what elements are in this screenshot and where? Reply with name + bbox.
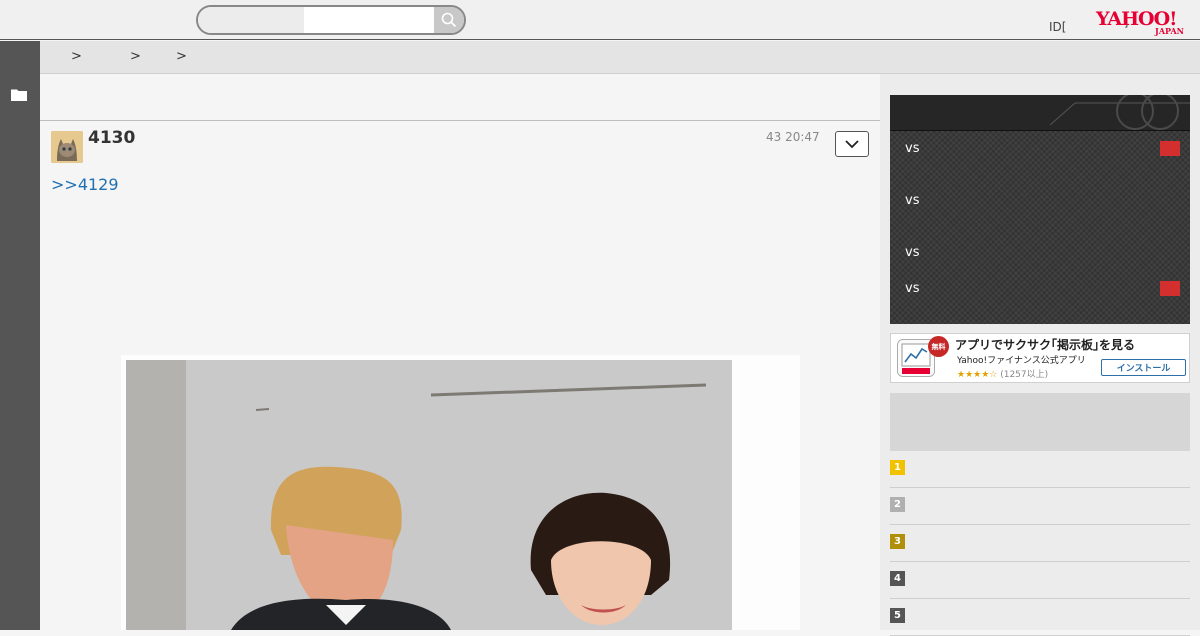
- reply-anchor-link[interactable]: >>4129: [51, 175, 119, 194]
- search-button[interactable]: [434, 7, 464, 33]
- ad-placeholder: [890, 393, 1190, 451]
- free-badge: 無料: [928, 336, 949, 357]
- post-timestamp: 43 20:47: [766, 130, 820, 144]
- app-banner-title: アプリでサクサク｢掲示板｣を見る: [955, 338, 1136, 352]
- rank-number: 1: [890, 460, 905, 475]
- folder-icon[interactable]: [11, 88, 27, 101]
- scoreboard-vs: vs: [905, 193, 920, 208]
- rank-number: 4: [890, 571, 905, 586]
- avatar[interactable]: [51, 131, 83, 163]
- breadcrumb: > > >: [40, 41, 1200, 74]
- scoreboard-vs: vs: [905, 141, 920, 156]
- post-photo: [121, 355, 800, 630]
- app-rating: ★★★★☆ (1257以上): [957, 367, 1048, 380]
- top-bar: ID[ ] YAHOO! JAPAN: [0, 0, 1200, 40]
- app-banner-subtitle: Yahoo!ファイナンス公式アプリ: [957, 356, 1086, 366]
- baseball-scoreboard[interactable]: vs vs vs vs: [890, 92, 1190, 324]
- post-number: 4130: [88, 128, 136, 148]
- scoreboard-vs: vs: [905, 245, 920, 260]
- chevron-down-icon: [845, 139, 859, 148]
- search-input[interactable]: [304, 7, 434, 33]
- score-badge: [1160, 141, 1180, 156]
- score-badge: [1160, 281, 1180, 296]
- rank-number: 2: [890, 497, 905, 512]
- breadcrumb-separator: >: [130, 49, 141, 64]
- search-box: [196, 5, 466, 35]
- scoreboard-header: [890, 92, 1190, 131]
- ranking-item[interactable]: 3: [890, 525, 1190, 562]
- breadcrumb-separator: >: [71, 49, 82, 64]
- breadcrumb-separator: >: [176, 49, 187, 64]
- login-id-label[interactable]: ID[: [1049, 20, 1066, 34]
- yahoo-japan-logo[interactable]: YAHOO! JAPAN: [1096, 9, 1188, 37]
- search-category[interactable]: [198, 7, 304, 33]
- post-menu-button[interactable]: [835, 131, 869, 157]
- rating-stars: ★★★★☆: [957, 370, 998, 380]
- post-content-area: 4130 43 20:47 >>4129: [40, 74, 880, 630]
- content-divider: [40, 120, 880, 121]
- search-icon: [441, 12, 457, 28]
- install-button[interactable]: インストール: [1101, 359, 1186, 376]
- scoreboard-vs: vs: [905, 281, 920, 296]
- right-sidebar: vs vs vs vs 無料 アプリでサクサク｢掲示板｣を見る Yahoo!ファ…: [880, 74, 1200, 636]
- ranking-item[interactable]: 5: [890, 599, 1190, 636]
- rating-count: (1257以上): [1000, 370, 1049, 380]
- logo-sub-text: JAPAN: [1155, 26, 1184, 36]
- post-image[interactable]: [121, 355, 800, 630]
- left-rail: [0, 41, 40, 630]
- cat-avatar-image: [51, 131, 83, 163]
- baseball-icon: [1049, 92, 1190, 130]
- app-promo-banner[interactable]: 無料 アプリでサクサク｢掲示板｣を見る Yahoo!ファイナンス公式アプリ ★★…: [890, 333, 1190, 383]
- ranking-item[interactable]: 1: [890, 451, 1190, 488]
- ranking-item[interactable]: 4: [890, 562, 1190, 599]
- rank-number: 5: [890, 608, 905, 623]
- ranking-item[interactable]: 2: [890, 488, 1190, 525]
- rank-number: 3: [890, 534, 905, 549]
